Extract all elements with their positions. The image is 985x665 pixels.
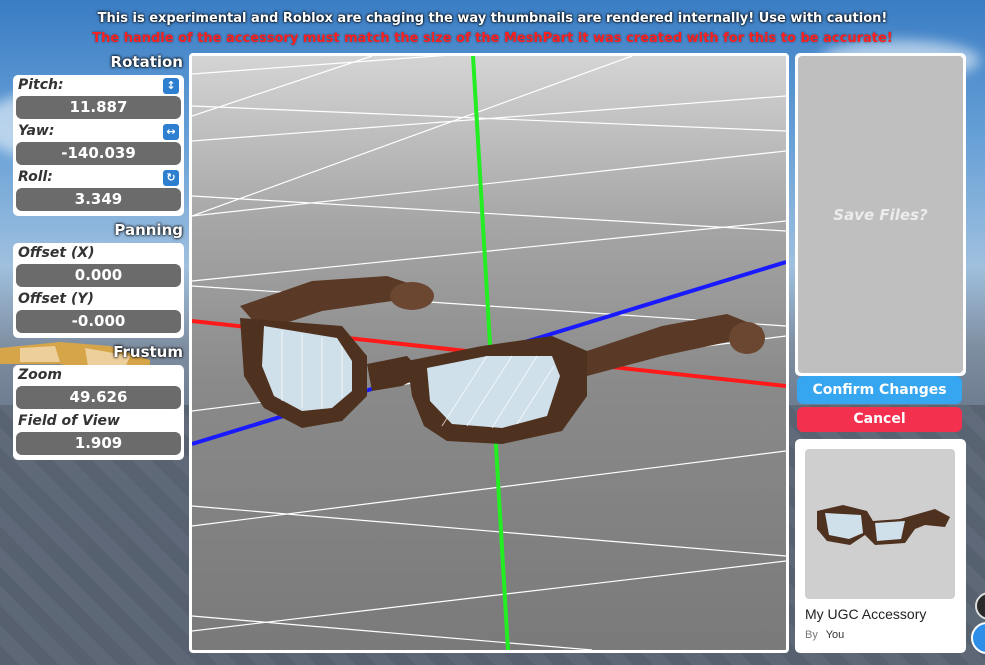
- handle-note: The handle of the accessory must match t…: [92, 31, 893, 46]
- offset-y-input[interactable]: -0.000: [16, 310, 181, 333]
- accessory-card[interactable]: My UGC Accessory By You: [795, 439, 966, 653]
- rotate-icon[interactable]: ↻: [163, 170, 179, 186]
- yaw-input[interactable]: -140.039: [16, 142, 181, 165]
- cancel-button[interactable]: Cancel: [797, 407, 962, 432]
- horizontal-arrows-icon[interactable]: ↔: [163, 124, 179, 140]
- yaw-label: Yaw:: [18, 123, 55, 139]
- zoom-input[interactable]: 49.626: [16, 386, 181, 409]
- roll-input[interactable]: 3.349: [16, 188, 181, 211]
- rotation-panel: Pitch: ↕ 11.887 Yaw: ↔ -140.039 Roll: ↻ …: [13, 75, 184, 216]
- glasses-model: [240, 276, 765, 444]
- zoom-label: Zoom: [18, 367, 62, 383]
- viewport-scene: [192, 56, 786, 650]
- pitch-input[interactable]: 11.887: [16, 96, 181, 119]
- fov-label: Field of View: [18, 413, 120, 429]
- rotation-title: Rotation: [110, 53, 183, 71]
- frustum-title: Frustum: [113, 343, 183, 361]
- offset-x-input[interactable]: 0.000: [16, 264, 181, 287]
- offset-y-label: Offset (Y): [18, 291, 94, 307]
- roll-label: Roll:: [18, 169, 53, 185]
- fov-input[interactable]: 1.909: [16, 432, 181, 455]
- preview-viewport[interactable]: [189, 53, 789, 653]
- accessory-thumbnail[interactable]: [805, 449, 955, 599]
- save-files-label[interactable]: Save Files?: [798, 56, 963, 373]
- vertical-arrows-icon[interactable]: ↕: [163, 78, 179, 94]
- glasses-thumbnail-image: [817, 505, 950, 545]
- panning-panel: Offset (X) 0.000 Offset (Y) -0.000: [13, 243, 184, 338]
- confirm-changes-button[interactable]: Confirm Changes: [797, 376, 962, 404]
- save-files-panel: Save Files?: [795, 53, 966, 376]
- frustum-panel: Zoom 49.626 Field of View 1.909: [13, 365, 184, 460]
- creator-name[interactable]: You: [826, 629, 845, 641]
- creator-line: By You: [805, 629, 844, 641]
- offset-x-label: Offset (X): [18, 245, 95, 261]
- experimental-warning: This is experimental and Roblox are chag…: [97, 11, 888, 26]
- panning-title: Panning: [114, 221, 183, 239]
- accessory-name: My UGC Accessory: [805, 606, 927, 622]
- pitch-label: Pitch:: [18, 77, 64, 93]
- by-label: By: [805, 629, 818, 641]
